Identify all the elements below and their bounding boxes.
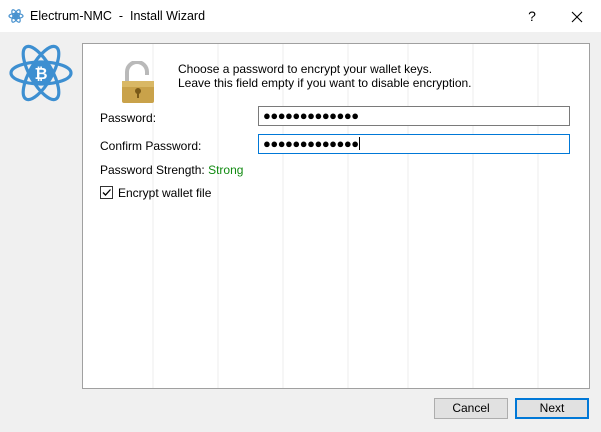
checkmark-icon — [102, 189, 111, 196]
encrypt-wallet-label[interactable]: Encrypt wallet file — [118, 186, 211, 200]
next-button[interactable]: Next — [515, 398, 589, 419]
panel-background — [152, 44, 539, 388]
window-title: Electrum-NMC - Install Wizard — [30, 9, 206, 23]
intro-line-2: Leave this field empty if you want to di… — [178, 76, 472, 90]
password-field[interactable]: ●●●●●●●●●●●●● — [258, 106, 570, 126]
open-padlock-icon — [122, 61, 154, 103]
svg-text:₿: ₿ — [34, 64, 47, 83]
electrum-logo-icon: ₿ — [9, 44, 73, 102]
close-button[interactable] — [563, 4, 591, 28]
confirm-password-label: Confirm Password: — [100, 139, 202, 153]
intro-text: Choose a password to encrypt your wallet… — [178, 62, 472, 90]
encrypt-wallet-checkbox[interactable] — [100, 186, 113, 199]
title-bar: Electrum-NMC - Install Wizard ? — [0, 0, 601, 32]
cancel-button[interactable]: Cancel — [434, 398, 508, 419]
help-button[interactable]: ? — [520, 4, 544, 28]
strength-value: Strong — [208, 163, 244, 177]
confirm-password-value: ●●●●●●●●●●●●● — [263, 136, 359, 151]
close-icon — [571, 11, 583, 23]
intro-line-1: Choose a password to encrypt your wallet… — [178, 62, 433, 76]
text-caret — [358, 137, 360, 150]
password-strength: Password Strength: Strong — [100, 163, 243, 177]
password-label: Password: — [100, 111, 157, 125]
wizard-panel: Choose a password to encrypt your wallet… — [82, 43, 590, 389]
app-icon — [8, 9, 24, 23]
strength-label: Password Strength: — [100, 163, 205, 177]
confirm-password-field[interactable]: ●●●●●●●●●●●●● — [258, 134, 570, 154]
